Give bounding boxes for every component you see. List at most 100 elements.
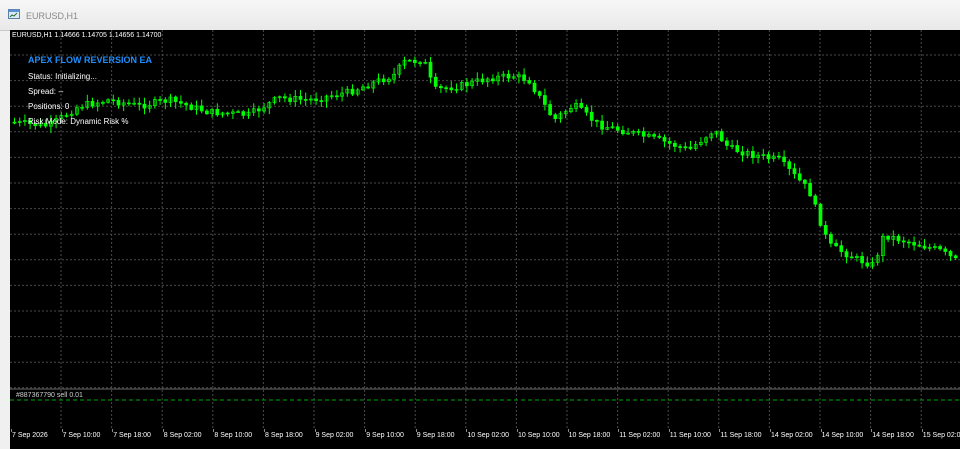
bear-candle	[678, 146, 682, 148]
bear-candle	[532, 82, 537, 93]
bear-candle	[667, 140, 672, 144]
bear-candle	[912, 242, 916, 246]
bear-candle	[543, 95, 547, 105]
bear-candle	[319, 100, 324, 102]
time-axis-label: 11 Sep 10:00	[669, 432, 711, 439]
bear-candle	[350, 88, 355, 95]
candlestick-canvas[interactable]	[10, 30, 960, 429]
bear-candle	[922, 245, 927, 249]
time-axis-label: 10 Sep 02:00	[467, 432, 510, 439]
bear-candle	[844, 251, 849, 258]
time-axis-label: 7 Sep 10:00	[62, 432, 101, 439]
bear-candle	[818, 203, 823, 226]
time-axis-label: 8 Sep 18:00	[265, 432, 303, 439]
bear-candle	[418, 62, 422, 64]
bear-candle	[860, 256, 864, 264]
bear-candle	[553, 114, 558, 120]
bear-candle	[257, 108, 261, 112]
time-axis-label: 10 Sep 10:00	[518, 432, 560, 439]
bear-candle	[849, 256, 854, 259]
ea-spread-line: Spread: --	[28, 87, 64, 96]
time-axis-label: 8 Sep 10:00	[214, 432, 253, 439]
bear-candle	[829, 233, 833, 244]
bear-candle	[215, 108, 220, 116]
bear-candle	[688, 146, 693, 149]
bear-candle	[683, 146, 688, 149]
bear-candle	[12, 121, 17, 124]
time-axis-label: 15 Sep 02:00	[922, 432, 960, 439]
bear-candle	[335, 95, 339, 98]
bear-candle	[465, 82, 469, 87]
bear-candle	[662, 137, 667, 142]
bear-candle	[314, 98, 318, 101]
bear-candle	[719, 131, 724, 142]
terminal-window: EURUSD,H1 EURUSD,H1 1.14666 1.14705 1.14…	[0, 0, 960, 449]
time-axis-label: 7 Sep 18:00	[113, 432, 151, 439]
bear-candle	[839, 245, 844, 252]
bear-candle	[480, 78, 485, 83]
time-axis-label: 14 Sep 18:00	[872, 432, 914, 439]
price-chart[interactable]: EURUSD,H1 1.14666 1.14705 1.14656 1.1470…	[10, 30, 960, 429]
bear-candle	[953, 255, 958, 259]
bear-candle	[413, 59, 417, 63]
time-axis-label: 8 Sep 02:00	[163, 432, 202, 439]
chart-window-icon	[8, 9, 20, 19]
bear-candle	[589, 111, 594, 121]
chart-window-titlebar[interactable]: EURUSD,H1	[0, 0, 960, 31]
bear-candle	[636, 131, 641, 133]
bear-candle	[813, 195, 818, 205]
bear-candle	[548, 104, 552, 116]
order-line-label[interactable]: #887367790 sell 0.01	[16, 392, 83, 399]
bear-candle	[938, 246, 942, 250]
bear-candle	[740, 151, 745, 156]
bear-candle	[522, 74, 526, 81]
bear-candle	[787, 161, 792, 169]
bear-candle	[407, 59, 412, 62]
bear-candle	[808, 183, 812, 197]
bear-candle	[584, 107, 589, 113]
time-axis-label: 9 Sep 18:00	[416, 432, 455, 439]
bear-candle	[948, 251, 953, 257]
bear-candle	[366, 86, 370, 89]
bear-candle	[886, 235, 890, 240]
ea-risk-mode-line: Risk Mode: Dynamic Risk %	[28, 117, 129, 126]
bear-candle	[158, 99, 162, 101]
bear-candle	[673, 142, 677, 147]
bear-candle	[735, 145, 740, 153]
bear-candle	[283, 96, 287, 99]
chart-window-title: EURUSD,H1	[26, 11, 79, 21]
bear-candle	[782, 156, 786, 163]
bear-candle	[600, 120, 604, 130]
bear-candle	[205, 110, 209, 115]
bear-candle	[865, 262, 870, 267]
bear-candle	[595, 120, 599, 122]
ea-positions-line: Positions: 0	[28, 102, 70, 111]
bear-candle	[907, 241, 911, 244]
bear-candle	[751, 151, 755, 158]
time-axis-label: 14 Sep 10:00	[821, 432, 864, 439]
bear-candle	[444, 87, 448, 90]
bear-candle	[381, 78, 386, 83]
time-axis-label: 14 Sep 02:00	[771, 432, 813, 439]
bear-candle	[199, 105, 204, 112]
time-axis-label: 11 Sep 02:00	[619, 432, 661, 439]
bear-candle	[527, 80, 532, 84]
bear-candle	[225, 112, 230, 115]
bear-candle	[189, 104, 194, 110]
bear-candle	[163, 99, 168, 103]
bear-candle	[537, 91, 542, 96]
bear-candle	[621, 129, 625, 135]
bear-candle	[433, 76, 438, 87]
bear-candle	[615, 126, 620, 131]
bear-candle	[834, 242, 838, 247]
bear-candle	[766, 154, 771, 159]
bear-candle	[241, 111, 246, 116]
bear-candle	[896, 235, 901, 242]
bear-candle	[797, 173, 802, 181]
bear-candle	[657, 135, 662, 138]
bear-candle	[449, 87, 454, 91]
bear-candle	[579, 102, 584, 108]
bear-candle	[491, 78, 495, 82]
bear-candle	[725, 140, 729, 146]
bear-candle	[288, 97, 292, 102]
